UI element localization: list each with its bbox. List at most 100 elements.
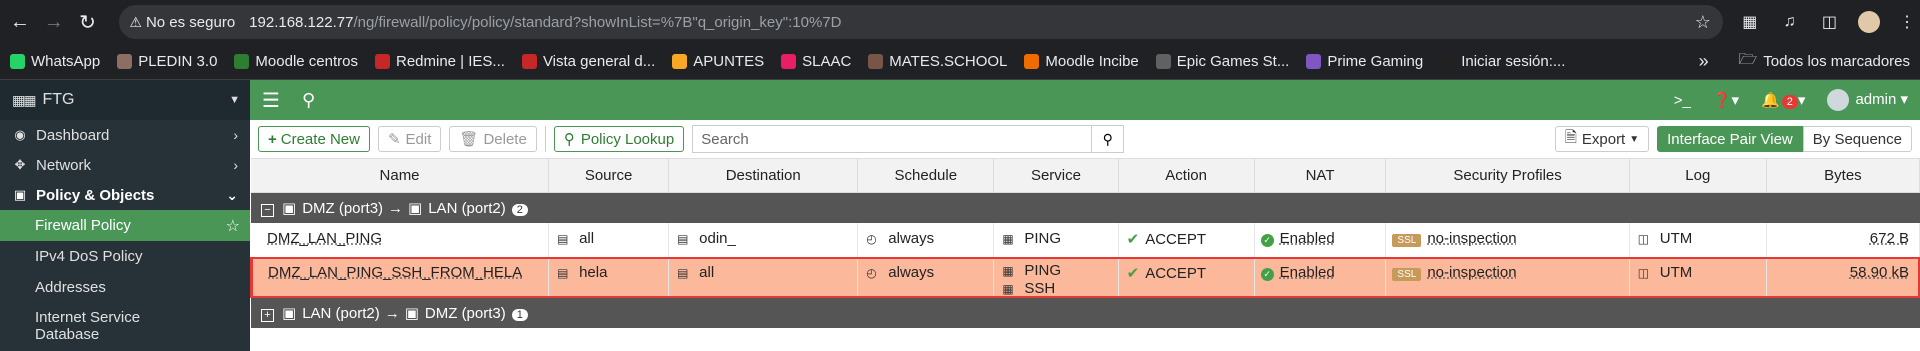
delete-label: Delete [483,130,527,148]
bytes[interactable]: 672 B [1870,230,1909,247]
ssl-badge: SSL [1392,233,1422,247]
more-bookmarks-icon[interactable]: » [1699,51,1709,72]
sidebar-item-internet-service-database[interactable]: Internet Service Database [0,303,250,347]
chevron-down-icon: ⌄ [226,186,238,203]
collapse-icon[interactable]: − [261,204,274,217]
check-circle-icon: ✓ [1260,267,1274,281]
sidebar-item-dashboard[interactable]: ◉ Dashboard › [0,120,250,150]
user-menu[interactable]: admin ▾ [1827,89,1908,111]
delete-button[interactable]: 🗑 Delete [449,126,537,152]
search-icon: ⚲ [563,131,575,148]
more-icon[interactable]: ⋮ [1894,9,1920,35]
source[interactable]: all [579,230,594,247]
col-service[interactable]: Service [993,158,1119,193]
bookmark-star-icon[interactable]: ☆ [1695,12,1711,33]
bookmark-item[interactable]: Vista general d... [521,53,656,70]
sidepanel-icon[interactable]: ◫ [1817,9,1843,35]
bytes[interactable]: 58.90 kB [1850,264,1909,281]
bookmark-label: Epic Games St... [1176,53,1290,70]
export-button[interactable]: 🗎 Export ▼ [1554,126,1650,152]
sidebar-item-policy-objects[interactable]: ▣ Policy & Objects ⌄ [0,180,250,210]
bookmark-item[interactable]: WhatsApp [10,53,100,70]
security-profile[interactable]: no-inspection [1427,230,1516,247]
sidebar-item-addresses[interactable]: Addresses [0,272,250,303]
warning-icon: ⚠ [129,13,142,30]
col-destination[interactable]: Destination [668,158,859,193]
group-row[interactable]: − ▣ DMZ (port3) → ▣ LAN (port2) 2 [251,192,1920,223]
reload-icon[interactable]: ↻ [74,8,102,36]
favorite-star-icon[interactable]: ☆ [226,216,240,236]
bookmark-item[interactable]: SLAAC [781,53,851,70]
search-icon[interactable]: ⚲ [302,90,315,111]
arrow-right-icon: → [388,200,404,217]
interface-pair-view-button[interactable]: Interface Pair View [1657,126,1803,152]
bookmark-item[interactable]: Epic Games St... [1155,53,1290,70]
source[interactable]: hela [579,264,607,281]
device-selector[interactable]: ▦▦ FTG ▼ [0,80,250,120]
back-icon[interactable]: ← [6,8,34,36]
bookmark-item[interactable]: Prime Gaming [1306,53,1423,70]
sidebar-item-ipv4-dos-policy[interactable]: IPv4 DoS Policy [0,241,250,272]
table-row[interactable]: DMZ_LAN_PING ▤ all ▤ odin_ ◴ always ▦ PING ✔… [251,222,1920,257]
search-submit-icon[interactable]: ⚲ [1092,125,1125,153]
extensions-icon[interactable]: ▦ [1737,9,1763,35]
col-source[interactable]: Source [548,158,670,193]
service[interactable]: SSH [1024,280,1055,297]
nat[interactable]: Enabled [1280,264,1335,281]
bookmark-item[interactable]: MATES.SCHOOL [868,53,1007,70]
by-sequence-button[interactable]: By Sequence [1802,126,1912,152]
profile-avatar[interactable] [1858,11,1881,33]
schedule[interactable]: always [888,230,934,247]
search-input[interactable]: Search [692,125,1093,153]
action: ACCEPT [1145,230,1207,248]
bookmark-item[interactable]: Iniciar sesión:... [1440,53,1565,70]
policy-lookup-button[interactable]: ⚲ Policy Lookup [553,126,685,152]
service[interactable]: PING [1024,262,1061,279]
service[interactable]: PING [1024,230,1061,247]
table-row-selected[interactable]: DMZ_LAN_PING_SSH_FROM_HELA ▤ hela ▤ all ◴ a… [250,256,1920,298]
url-path: /ng/firewall/policy/policy/standard?show… [353,13,842,31]
bookmark-item[interactable]: APUNTES [672,53,764,70]
create-new-button[interactable]: + Create New [258,126,370,152]
bookmark-item[interactable]: Moodle centros [234,53,358,70]
col-action[interactable]: Action [1118,158,1255,193]
bookmark-item[interactable]: Moodle Incibe [1024,53,1139,70]
caret-down-icon: ▼ [1629,133,1640,145]
forward-icon[interactable]: → [40,8,68,36]
bell-icon: 🔔 [1761,92,1780,109]
hamburger-menu-icon[interactable]: ☰ [262,88,280,113]
destination[interactable]: all [699,264,714,281]
policy-name[interactable]: DMZ_LAN_PING [267,230,382,247]
bookmark-item[interactable]: PLEDIN 3.0 [117,53,217,70]
edit-button[interactable]: ✎ Edit [377,126,442,152]
expand-icon[interactable]: + [261,308,274,322]
sidebar-item-network[interactable]: ✥ Network › [0,150,250,180]
col-schedule[interactable]: Schedule [857,158,995,193]
bookmarks-bar: WhatsApp PLEDIN 3.0 Moodle centros Redmine … [0,44,1920,80]
help-icon[interactable]: ❓▾ [1713,91,1739,109]
shield-icon: ◫ [1637,231,1650,246]
security-profile[interactable]: no-inspection [1427,264,1516,281]
col-log[interactable]: Log [1629,158,1767,193]
all-bookmarks-label[interactable]: Todos los marcadores [1763,53,1910,70]
schedule[interactable]: always [888,264,934,281]
cli-console-icon[interactable]: >_ [1674,92,1691,109]
policy-name[interactable]: DMZ_LAN_PING_SSH_FROM_HELA [268,264,522,281]
col-name[interactable]: Name [251,158,550,193]
nat[interactable]: Enabled [1280,230,1335,247]
col-security-profiles[interactable]: Security Profiles [1385,158,1630,193]
col-bytes[interactable]: Bytes [1766,158,1920,193]
bookmark-item[interactable]: Redmine | IES... [374,53,505,70]
destination[interactable]: odin_ [699,230,736,247]
bookmark-label: Vista general d... [542,53,656,70]
bookmark-favicon-icon [374,54,390,69]
group-count: 2 [511,204,528,216]
notifications-button[interactable]: 🔔 2 ▾ [1761,91,1805,109]
media-icon[interactable]: ♫ [1777,9,1803,35]
col-nat[interactable]: NAT [1254,158,1387,193]
group-row[interactable]: + ▣ LAN (port2) → ▣ DMZ (port3) 1 [251,297,1920,328]
sidebar-item-firewall-policy[interactable]: Firewall Policy ☆ [0,210,250,241]
policy-toolbar: + Create New ✎ Edit 🗑 Delete ⚲ Policy Lookup… [250,120,1920,158]
address-bar[interactable]: ⚠ No es seguro 192.168.122.77/ng/firewal… [119,5,1723,39]
bookmark-favicon-icon [1024,54,1040,69]
